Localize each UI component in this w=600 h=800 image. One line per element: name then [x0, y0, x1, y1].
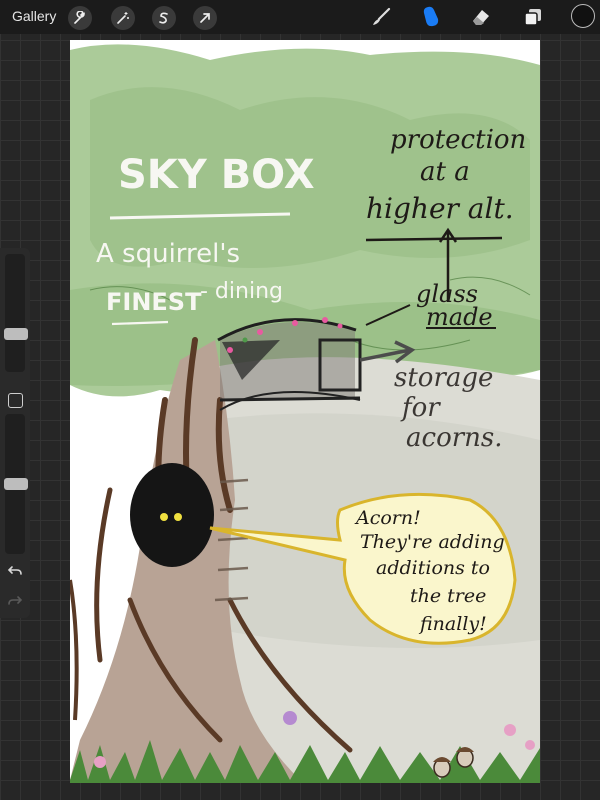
artwork-title: SKY BOX [118, 152, 315, 198]
subtitle-line-1: A squirrel's [96, 239, 240, 269]
undo-icon[interactable] [5, 562, 25, 580]
brush-size-thumb[interactable] [4, 328, 28, 341]
selection-icon[interactable] [152, 6, 176, 30]
bubble-line-4: the tree [410, 585, 486, 607]
brush-size-slider[interactable] [5, 254, 25, 372]
bubble-line-1: Acorn! [354, 507, 421, 529]
subtitle-line-2: - dining [200, 279, 283, 304]
subtitle-emphasis: FINEST [106, 288, 202, 316]
note-storage-1: storage [394, 363, 493, 393]
bubble-line-5: finally! [418, 613, 487, 635]
note-storage-3: acorns. [406, 423, 503, 453]
note-protection-2: at a [420, 157, 470, 187]
modify-button[interactable] [8, 393, 23, 408]
redo-icon[interactable] [5, 592, 25, 610]
opacity-thumb[interactable] [4, 478, 28, 490]
transform-arrow-icon[interactable] [193, 6, 217, 30]
note-protection-3: higher alt. [366, 192, 514, 225]
note-storage-2: for [400, 393, 441, 423]
top-toolbar: Gallery [0, 0, 600, 34]
eraser-icon[interactable] [468, 4, 494, 30]
layers-icon[interactable] [520, 4, 546, 30]
artwork-illustration: SKY BOX A squirrel's FINEST - dining pro… [70, 44, 540, 783]
note-protection-1: protection [390, 125, 526, 155]
gallery-button[interactable]: Gallery [12, 8, 56, 24]
tree-hole [130, 463, 214, 567]
wrench-icon[interactable] [68, 6, 92, 30]
magic-wand-icon[interactable] [111, 6, 135, 30]
bubble-line-2: They're adding [360, 531, 505, 553]
note-glass-2: made [426, 303, 493, 331]
color-swatch[interactable] [571, 4, 595, 28]
sky-box-house [217, 317, 362, 411]
smudge-icon[interactable] [418, 4, 444, 30]
bubble-line-3: additions to [376, 557, 490, 579]
brush-icon[interactable] [368, 4, 394, 30]
drawing-canvas[interactable]: SKY BOX A squirrel's FINEST - dining pro… [70, 40, 540, 783]
